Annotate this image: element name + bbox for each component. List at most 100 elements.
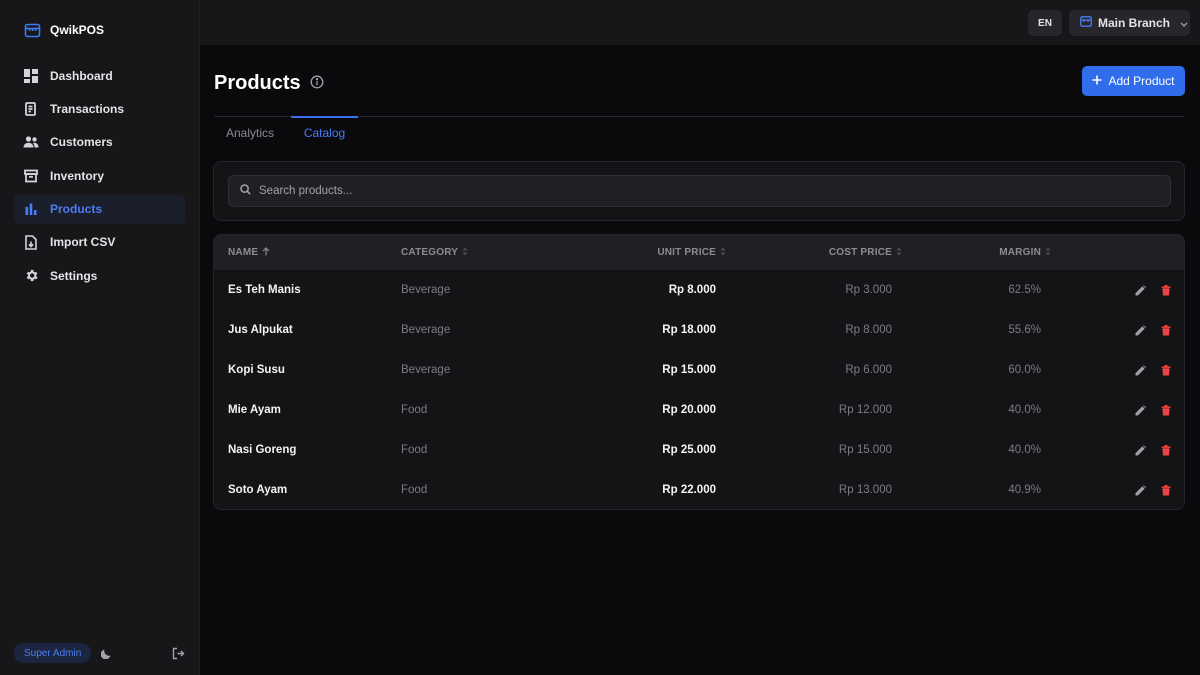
product-name: Mie Ayam (228, 404, 281, 416)
logout-icon[interactable] (170, 645, 186, 661)
file-import-icon (23, 234, 39, 250)
column-header-margin[interactable]: MARGIN (999, 235, 1051, 270)
product-unit-price: Rp 20.000 (662, 404, 716, 416)
archive-box-icon (23, 168, 39, 184)
product-name: Soto Ayam (228, 484, 288, 496)
column-label: CATEGORY (401, 247, 459, 258)
sidebar: QwikPOS Dashboard Transactions Customers… (0, 0, 200, 675)
sort-icon (462, 247, 468, 258)
sidebar-item-inventory[interactable]: Inventory (14, 161, 185, 190)
product-name: Es Teh Manis (228, 284, 301, 296)
trash-icon[interactable] (1160, 324, 1171, 336)
top-bar: EN Main Branch (200, 0, 1200, 45)
sidebar-item-label: Inventory (50, 168, 105, 183)
column-header-cost-price[interactable]: COST PRICE (828, 235, 902, 270)
trash-icon[interactable] (1160, 364, 1171, 376)
row-actions (1135, 470, 1171, 509)
pencil-icon[interactable] (1135, 404, 1146, 416)
add-product-label: Add Product (1108, 74, 1175, 88)
product-unit-price: Rp 22.000 (662, 484, 716, 496)
sidebar-item-label: Settings (50, 268, 98, 283)
sidebar-item-label: Products (50, 202, 103, 217)
page-title-text: Products (214, 71, 301, 94)
sidebar-item-label: Import CSV (50, 235, 116, 250)
pencil-icon[interactable] (1135, 444, 1146, 456)
sort-asc-icon (262, 247, 270, 258)
sidebar-item-settings[interactable]: Settings (14, 261, 185, 290)
row-actions (1135, 310, 1171, 350)
sort-icon (720, 247, 726, 258)
row-actions (1135, 270, 1171, 310)
row-actions (1135, 390, 1171, 430)
plus-icon (1092, 74, 1102, 88)
brand[interactable]: QwikPOS (24, 20, 104, 40)
product-margin: 40.0% (1008, 444, 1041, 456)
product-name: Jus Alpukat (228, 324, 293, 336)
app-name: QwikPOS (50, 23, 105, 37)
branch-selector[interactable]: Main Branch (1069, 10, 1190, 36)
product-margin: 40.0% (1008, 404, 1041, 416)
product-category: Food (401, 404, 428, 416)
moon-icon[interactable] (99, 645, 115, 661)
product-name: Kopi Susu (228, 364, 285, 376)
sidebar-item-label: Dashboard (50, 68, 113, 83)
sidebar-item-transactions[interactable]: Transactions (14, 94, 185, 123)
sidebar-footer: Super Admin (14, 642, 186, 664)
tab-catalog[interactable]: Catalog (291, 116, 358, 149)
sidebar-item-products[interactable]: Products (14, 194, 185, 224)
grid-icon (23, 68, 39, 84)
trash-icon[interactable] (1160, 484, 1171, 496)
column-header-category[interactable]: CATEGORY (401, 235, 468, 270)
store-icon (24, 23, 41, 38)
product-cost-price: Rp 6.000 (845, 364, 892, 376)
product-unit-price: Rp 25.000 (662, 444, 716, 456)
column-label: UNIT PRICE (657, 247, 716, 258)
product-margin: 60.0% (1008, 364, 1041, 376)
table-row: Soto Ayam Food Rp 22.000 Rp 13.000 40.9% (214, 470, 1184, 509)
product-name: Nasi Goreng (228, 444, 297, 456)
sidebar-item-customers[interactable]: Customers (14, 128, 185, 157)
language-button[interactable]: EN (1028, 10, 1062, 36)
pencil-icon[interactable] (1135, 324, 1146, 336)
sidebar-item-label: Customers (50, 135, 113, 150)
header-divider (214, 116, 1185, 117)
product-unit-price: Rp 18.000 (662, 324, 716, 336)
row-actions (1135, 350, 1171, 390)
search-card (213, 161, 1185, 221)
column-label: MARGIN (999, 247, 1041, 258)
add-product-button[interactable]: Add Product (1082, 66, 1185, 96)
page-title: Products (214, 70, 324, 96)
sort-icon (896, 247, 902, 258)
tab-analytics[interactable]: Analytics (214, 117, 286, 149)
column-label: COST PRICE (828, 247, 892, 258)
trash-icon[interactable] (1160, 404, 1171, 416)
pencil-icon[interactable] (1135, 284, 1146, 296)
trash-icon[interactable] (1160, 284, 1171, 296)
product-cost-price: Rp 12.000 (838, 404, 892, 416)
sort-icon (1045, 247, 1051, 258)
table-row: Mie Ayam Food Rp 20.000 Rp 12.000 40.0% (214, 390, 1184, 430)
products-table: NAME CATEGORY UNIT PRICE COST PRICE MARG… (213, 234, 1185, 510)
info-icon[interactable] (310, 72, 324, 95)
sidebar-item-dashboard[interactable]: Dashboard (14, 61, 185, 90)
receipt-icon (23, 101, 39, 117)
search-input[interactable] (259, 185, 1170, 197)
product-unit-price: Rp 8.000 (668, 284, 716, 296)
search-icon (240, 182, 251, 200)
bar-chart-icon (23, 201, 39, 217)
column-header-unit-price[interactable]: UNIT PRICE (657, 235, 726, 270)
column-header-name[interactable]: NAME (228, 235, 270, 270)
table-row: Kopi Susu Beverage Rp 15.000 Rp 6.000 60… (214, 350, 1184, 390)
sidebar-nav: Dashboard Transactions Customers Invento… (14, 61, 185, 295)
row-actions (1135, 430, 1171, 470)
pencil-icon[interactable] (1135, 484, 1146, 496)
product-cost-price: Rp 15.000 (838, 444, 892, 456)
pencil-icon[interactable] (1135, 364, 1146, 376)
trash-icon[interactable] (1160, 444, 1171, 456)
product-category: Food (401, 444, 428, 456)
search-box[interactable] (228, 175, 1171, 207)
chevron-down-icon (1180, 16, 1188, 30)
table-row: Jus Alpukat Beverage Rp 18.000 Rp 8.000 … (214, 310, 1184, 350)
sidebar-item-import-csv[interactable]: Import CSV (14, 228, 185, 257)
product-margin: 55.6% (1008, 324, 1041, 336)
